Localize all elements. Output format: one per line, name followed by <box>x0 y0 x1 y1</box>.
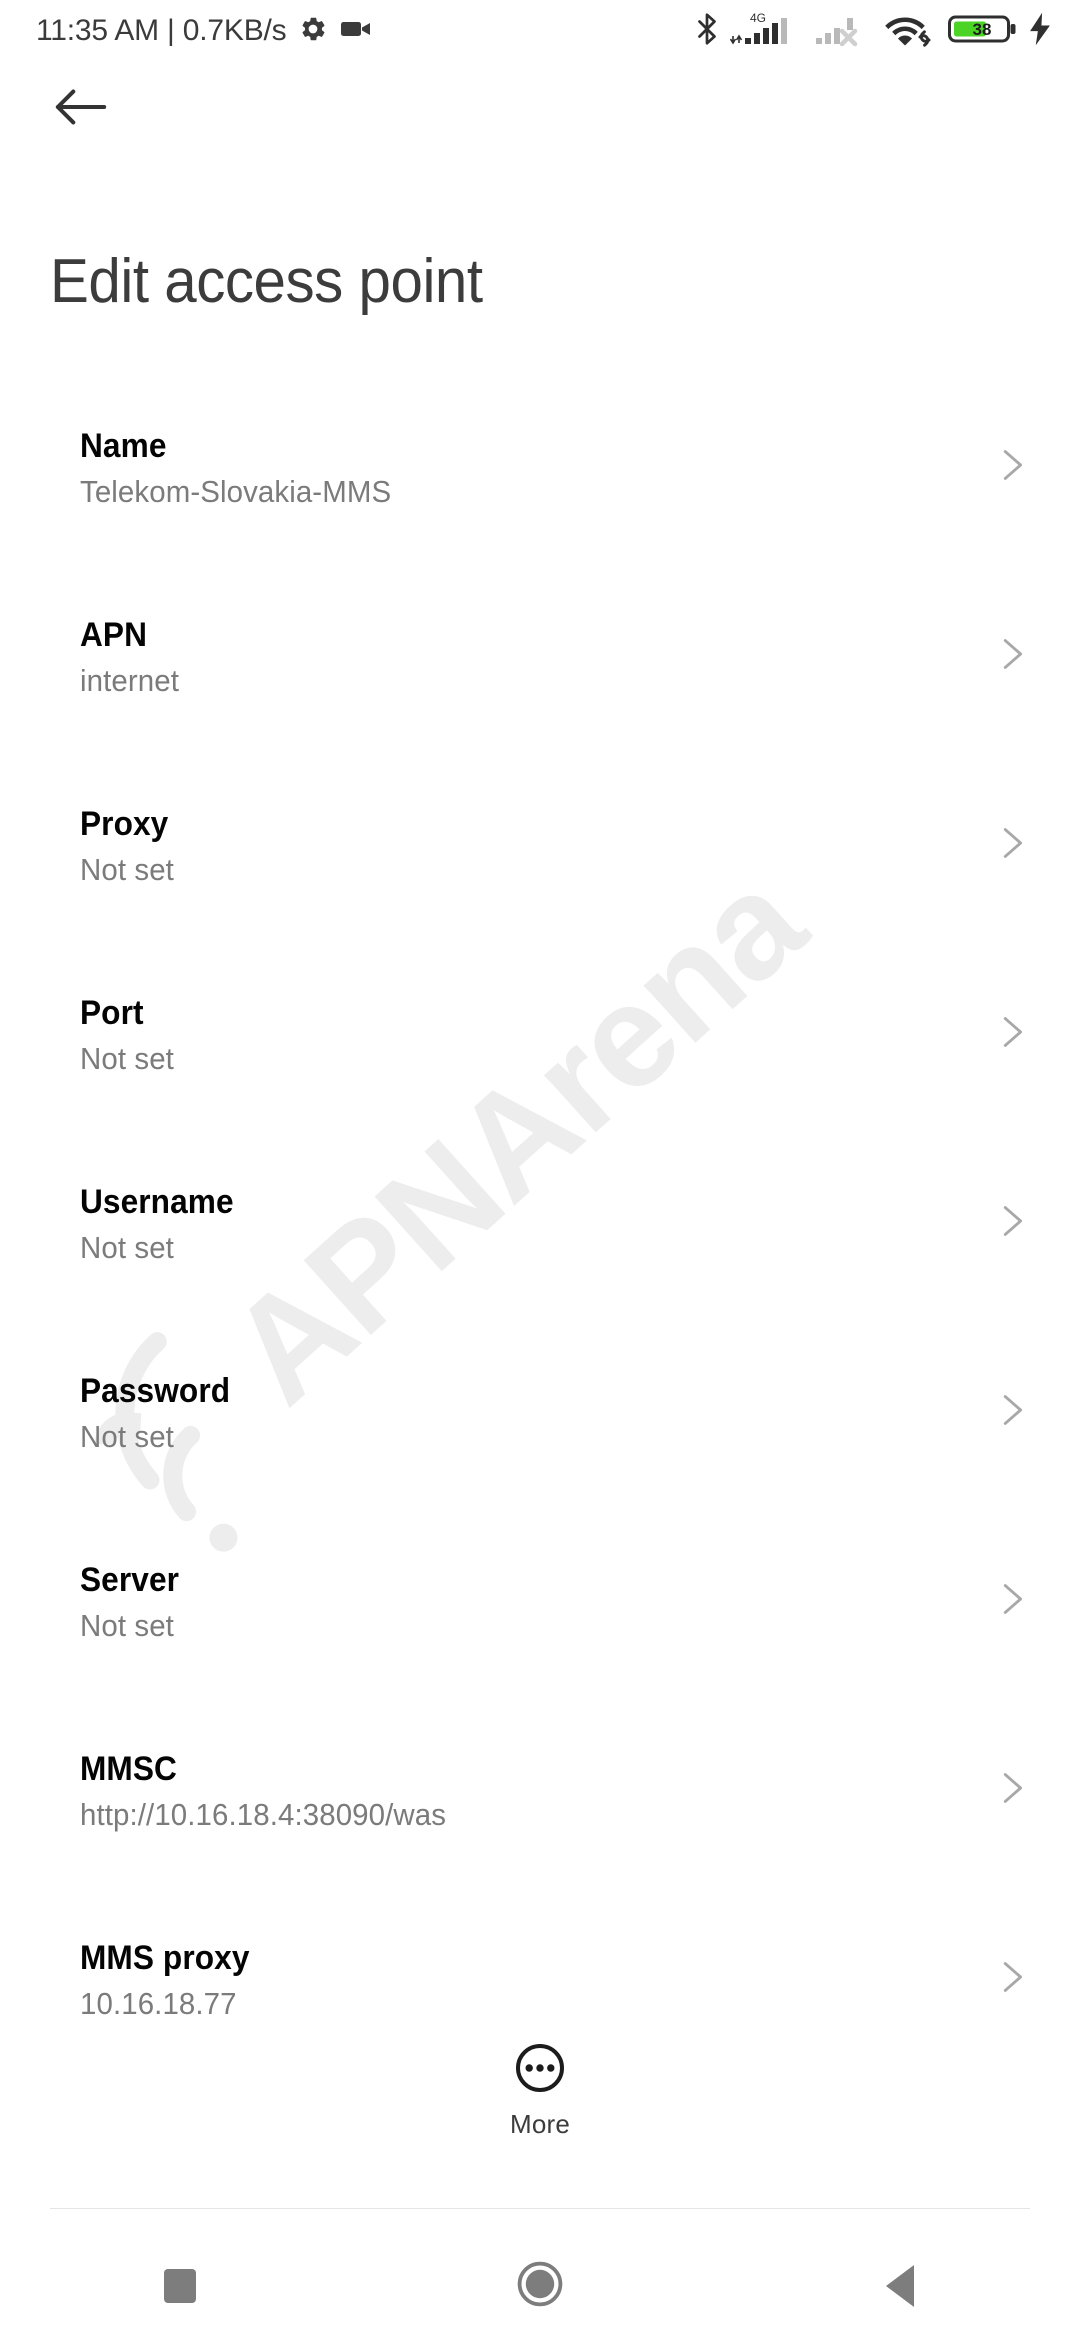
row-value: Not set <box>80 852 174 887</box>
circle-home-icon <box>516 2260 564 2313</box>
arrow-left-icon <box>54 87 108 132</box>
status-bar: 11:35 AM | 0.7KB/s 4G 38 <box>0 0 1080 62</box>
back-button[interactable] <box>46 78 116 140</box>
gear-icon <box>298 14 328 49</box>
square-recents-icon <box>164 2269 196 2303</box>
chevron-right-icon <box>988 820 1034 866</box>
sim2-signal-icon <box>814 10 874 53</box>
row-value: Not set <box>80 1041 174 1076</box>
navigation-bar <box>0 2232 1080 2340</box>
row-title: Proxy <box>80 805 169 843</box>
row-value: Not set <box>80 1230 174 1265</box>
chevron-right-icon <box>988 1765 1034 1811</box>
list-item-proxy[interactable]: Proxy Not set <box>0 786 1080 975</box>
row-title: Port <box>80 994 144 1032</box>
list-item-server[interactable]: Server Not set <box>0 1542 1080 1731</box>
chevron-right-icon <box>988 1009 1034 1055</box>
list-item-apn[interactable]: APN internet <box>0 597 1080 786</box>
svg-text:38: 38 <box>973 20 992 39</box>
status-clock: 11:35 AM | 0.7KB/s <box>36 14 287 47</box>
row-title: MMS proxy <box>80 1939 250 1977</box>
nav-home-button[interactable] <box>360 2232 720 2340</box>
sim1-signal-icon: 4G <box>729 10 804 53</box>
chevron-right-icon <box>988 1198 1034 1244</box>
camcorder-icon <box>340 17 372 46</box>
chevron-right-icon <box>988 1576 1034 1622</box>
row-title: Password <box>80 1372 231 1410</box>
page-title: Edit access point <box>50 247 483 316</box>
status-bar-right: 4G 38 <box>694 10 1052 53</box>
bottom-divider <box>50 2208 1030 2209</box>
triangle-back-icon <box>886 2265 914 2307</box>
charging-bolt-icon <box>1028 12 1052 51</box>
list-item-mmsc[interactable]: MMSC http://10.16.18.4:38090/was <box>0 1731 1080 1920</box>
svg-text:4G: 4G <box>750 11 766 25</box>
list-item-name[interactable]: Name Telekom-Slovakia-MMS <box>0 408 1080 597</box>
more-button[interactable]: More <box>0 2042 1080 2140</box>
chevron-right-icon <box>988 631 1034 677</box>
list-item-port[interactable]: Port Not set <box>0 975 1080 1164</box>
row-title: MMSC <box>80 1750 177 1788</box>
nav-back-button[interactable] <box>720 2232 1080 2340</box>
chevron-right-icon <box>988 442 1034 488</box>
chevron-right-icon <box>988 1387 1034 1433</box>
row-title: Username <box>80 1183 234 1221</box>
more-label: More <box>509 2109 571 2139</box>
row-value: Not set <box>80 1419 174 1454</box>
nav-recents-button[interactable] <box>0 2232 360 2340</box>
row-title: APN <box>80 616 148 654</box>
row-value: internet <box>80 663 179 698</box>
settings-list: Name Telekom-Slovakia-MMS APN internet P… <box>0 408 1080 2109</box>
bluetooth-icon <box>694 11 720 52</box>
list-item-username[interactable]: Username Not set <box>0 1164 1080 1353</box>
row-title: Server <box>80 1561 180 1599</box>
row-title: Name <box>80 427 167 465</box>
battery-icon: 38 <box>948 11 1018 52</box>
list-item-password[interactable]: Password Not set <box>0 1353 1080 1542</box>
row-value: Telekom-Slovakia-MMS <box>80 474 392 509</box>
wifi-icon <box>884 10 938 53</box>
chevron-right-icon <box>988 1954 1034 2000</box>
status-bar-left: 11:35 AM | 0.7KB/s <box>36 14 372 49</box>
row-value: Not set <box>80 1608 174 1643</box>
more-circle-icon <box>514 2042 566 2099</box>
row-value: 10.16.18.77 <box>80 1986 237 2021</box>
row-value: http://10.16.18.4:38090/was <box>80 1797 447 1832</box>
